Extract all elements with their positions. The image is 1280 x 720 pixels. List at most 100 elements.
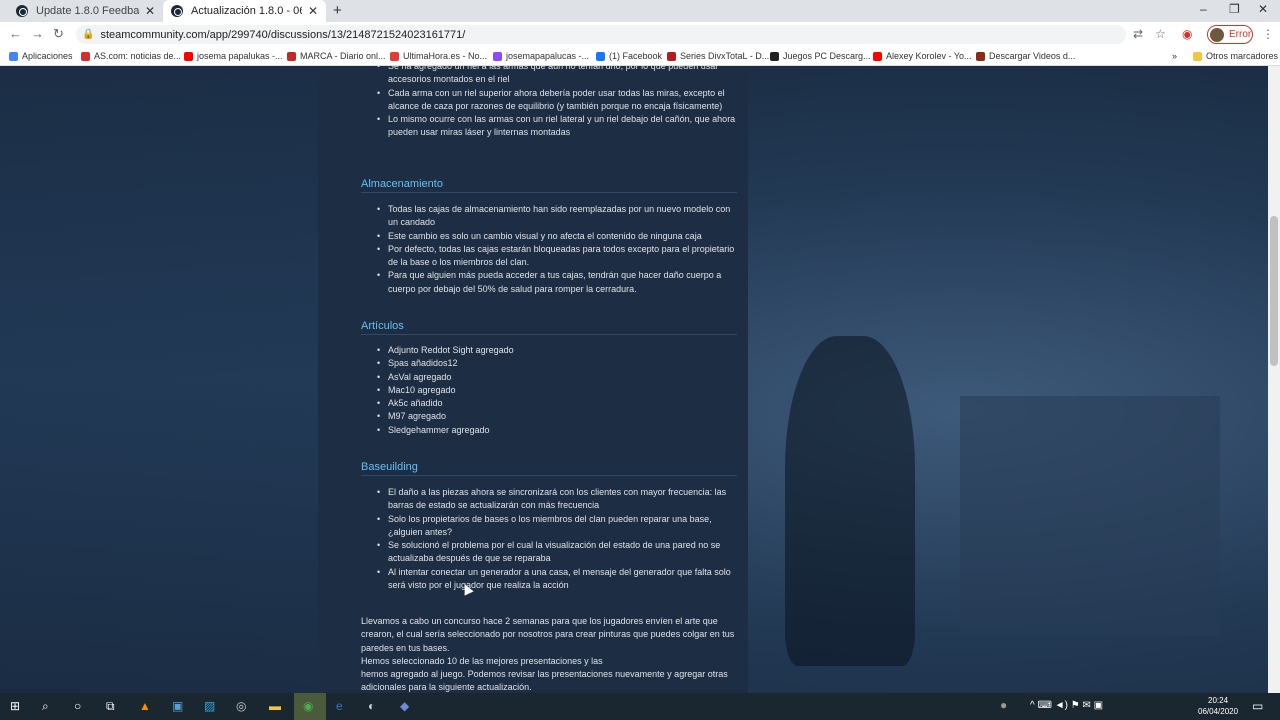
tab-title: Actualización 1.8.0 - 06/04/19 :: F bbox=[191, 5, 302, 17]
lock-icon: 🔒 bbox=[82, 29, 95, 40]
list-item: Adjunto Reddot Sight agregado bbox=[377, 344, 738, 358]
juegos-pc-icon bbox=[770, 51, 779, 61]
notifications-icon[interactable]: ▭ bbox=[1252, 699, 1263, 713]
tab-title: Update 1.8.0 Feedback Thread :: bbox=[36, 5, 139, 17]
bookmark-star-icon[interactable]: ☆ bbox=[1155, 27, 1166, 41]
list-item: Cada arma con un riel superior ahora deb… bbox=[377, 87, 738, 114]
bookmark-aplicaciones[interactable]: Aplicaciones bbox=[9, 51, 73, 61]
bookmark-juegos-pc[interactable]: Juegos PC Descarg... bbox=[770, 51, 871, 61]
steamvr-icon[interactable]: ◎ bbox=[236, 699, 246, 713]
address-bar[interactable]: 🔒 steamcommunity.com/app/299740/discussi… bbox=[76, 25, 1126, 44]
bookmarks-bar: Aplicaciones AS.com: noticias de... jose… bbox=[0, 47, 1280, 66]
opera-icon[interactable]: ◉ bbox=[1182, 27, 1192, 41]
background-structure bbox=[960, 396, 1220, 636]
url-text: steamcommunity.com/app/299740/discussion… bbox=[100, 28, 466, 41]
translate-icon[interactable]: ⇄ bbox=[1133, 27, 1143, 41]
section-title-almacenamiento: Almacenamiento bbox=[361, 178, 737, 193]
tab-actualizacion[interactable]: Actualización 1.8.0 - 06/04/19 :: F ✕ bbox=[163, 0, 326, 22]
list-item: AsVal agregado bbox=[377, 371, 738, 385]
section-title-articulos: Artículos bbox=[361, 320, 737, 335]
articulos-list: Adjunto Reddot Sight agregado Spas añadi… bbox=[377, 344, 738, 438]
tab-strip: Update 1.8.0 Feedback Thread :: ✕ Actual… bbox=[0, 0, 1280, 22]
task-view-icon[interactable]: ⧉ bbox=[106, 699, 115, 714]
clock-time: 20:24 bbox=[1208, 696, 1229, 705]
list-item: Para que alguien más pueda acceder a tus… bbox=[377, 269, 738, 296]
list-item: Al intentar conectar un generador a una … bbox=[377, 566, 738, 593]
chrome-icon[interactable]: ◉ bbox=[303, 699, 313, 713]
back-button[interactable]: ← bbox=[9, 26, 22, 41]
baseuilding-list: El daño a las piezas ahora se sincroniza… bbox=[377, 486, 738, 593]
close-window-button[interactable]: ✕ bbox=[1258, 2, 1268, 16]
discord-icon[interactable]: ◆ bbox=[400, 699, 409, 713]
facebook-icon bbox=[596, 51, 605, 61]
divxtotal-icon bbox=[667, 51, 676, 61]
list-item: Sledgehammer agregado bbox=[377, 424, 738, 438]
minimize-button[interactable]: – bbox=[1200, 2, 1207, 16]
youtube-icon bbox=[873, 51, 882, 61]
store-icon[interactable]: ▣ bbox=[172, 699, 183, 713]
list-item: Este cambio es solo un cambio visual y n… bbox=[377, 230, 738, 244]
list-item: Spas añadidos12 bbox=[377, 357, 738, 371]
bookmark-facebook[interactable]: (1) Facebook bbox=[596, 51, 662, 61]
section-title-baseuilding: Baseuilding bbox=[361, 461, 737, 476]
user-avatar-icon[interactable]: ● bbox=[1000, 698, 1007, 712]
search-icon[interactable]: ⌕ bbox=[42, 699, 49, 714]
page-scrollbar[interactable] bbox=[1268, 66, 1280, 693]
bookmark-as[interactable]: AS.com: noticias de... bbox=[81, 51, 181, 61]
page-viewport: Se ha agregado un riel a las armas que a… bbox=[0, 66, 1280, 693]
profile-button[interactable]: Error bbox=[1207, 25, 1253, 44]
bookmark-youtube-josema[interactable]: josema papalukas -... bbox=[184, 51, 283, 61]
forward-button[interactable]: → bbox=[31, 26, 44, 41]
steam-favicon-icon bbox=[171, 5, 183, 17]
photos-icon[interactable]: ▨ bbox=[204, 699, 215, 713]
list-item: Se ha agregado un riel a las armas que a… bbox=[377, 66, 738, 87]
explorer-icon[interactable]: ▬ bbox=[269, 699, 281, 713]
list-item: Lo mismo ocurre con las armas con un rie… bbox=[377, 113, 738, 140]
list-item: M97 agregado bbox=[377, 410, 738, 424]
clock-date: 06/04/2020 bbox=[1198, 707, 1239, 716]
folder-icon bbox=[1193, 51, 1202, 61]
close-tab-icon[interactable]: ✕ bbox=[308, 4, 318, 18]
list-item: Mac10 agregado bbox=[377, 384, 738, 398]
start-button[interactable]: ⊞ bbox=[10, 699, 20, 713]
steam-favicon-icon bbox=[16, 5, 28, 17]
background-soldier-figure bbox=[785, 336, 915, 666]
bookmark-divxtotal[interactable]: Series DivxTotaL - D... bbox=[667, 51, 769, 61]
selection-paragraph: Hemos seleccionado 10 de las mejores pre… bbox=[361, 656, 603, 666]
edge-icon[interactable]: e bbox=[336, 699, 343, 713]
list-item: Solo los propietarios de bases o los mie… bbox=[377, 513, 738, 540]
almacenamiento-list: Todas las cajas de almacenamiento han si… bbox=[377, 203, 738, 296]
menu-icon[interactable]: ⋮ bbox=[1262, 27, 1274, 41]
bookmark-otros-marcadores[interactable]: Otros marcadores bbox=[1193, 51, 1278, 61]
clock[interactable]: 20:24 06/04/2020 bbox=[1198, 695, 1238, 717]
new-tab-button[interactable]: + bbox=[333, 2, 342, 19]
close-tab-icon[interactable]: ✕ bbox=[145, 4, 155, 18]
contest-paragraph: Llevamos a cabo un concurso hace 2 seman… bbox=[361, 616, 735, 653]
steam-icon[interactable]: ◐ bbox=[368, 699, 375, 713]
windows-taskbar: ⊞ ⌕ ○ ⧉ ▲ ▣ ▨ ◎ ▬ ◉ e ◐ ◆ ● ^ ⌨ ◄) ⚑ ✉ ▣… bbox=[0, 693, 1280, 720]
list-item: Se solucionó el problema por el cual la … bbox=[377, 539, 738, 566]
ultimahora-icon bbox=[390, 51, 399, 61]
background-left bbox=[0, 66, 318, 693]
bookmarks-overflow-button[interactable]: » bbox=[1172, 51, 1177, 61]
bookmark-youtube-alexey[interactable]: Alexey Korolev - Yo... bbox=[873, 51, 972, 61]
list-item: Por defecto, todas las cajas estarán blo… bbox=[377, 243, 738, 270]
bookmark-twitch[interactable]: josemapapalucas -... bbox=[493, 51, 589, 61]
browser-toolbar: ← → ↻ 🔒 steamcommunity.com/app/299740/di… bbox=[0, 22, 1280, 47]
maximize-button[interactable]: ❐ bbox=[1229, 2, 1240, 16]
youtube-icon bbox=[184, 51, 193, 61]
added-paragraph: hemos agregado al juego. Podemos revisar… bbox=[361, 669, 728, 693]
reload-button[interactable]: ↻ bbox=[53, 26, 64, 42]
tab-update-feedback[interactable]: Update 1.8.0 Feedback Thread :: ✕ bbox=[8, 0, 163, 22]
twitch-icon bbox=[493, 51, 502, 61]
scrollbar-thumb[interactable] bbox=[1270, 216, 1278, 366]
avatar bbox=[1210, 27, 1224, 42]
bookmark-marca[interactable]: MARCA - Diario onl... bbox=[287, 51, 386, 61]
apps-grid-icon bbox=[9, 51, 18, 61]
cortana-icon[interactable]: ○ bbox=[74, 699, 81, 713]
intro-list: Se ha agregado un riel a las armas que a… bbox=[377, 66, 738, 140]
system-tray[interactable]: ^ ⌨ ◄) ⚑ ✉ ▣ bbox=[1030, 700, 1103, 711]
bookmark-ultimahora[interactable]: UltimaHora.es - No... bbox=[390, 51, 487, 61]
bookmark-descargar-videos[interactable]: Descargar Videos d... bbox=[976, 51, 1075, 61]
vlc-icon[interactable]: ▲ bbox=[139, 699, 151, 713]
